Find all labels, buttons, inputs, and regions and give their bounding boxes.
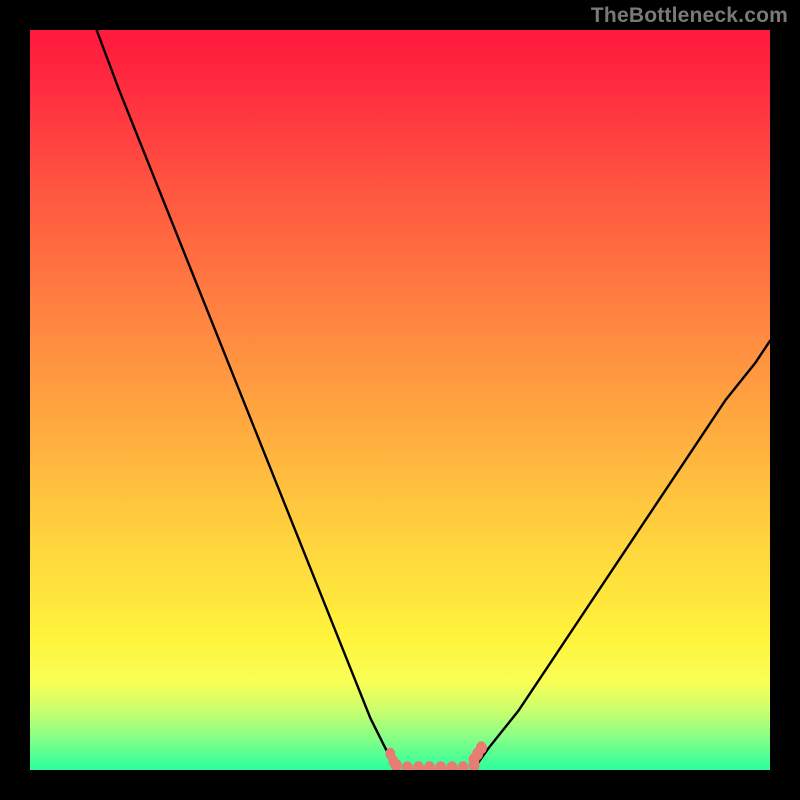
watermark-text: TheBottleneck.com [591, 4, 788, 28]
marker-dot [446, 761, 457, 770]
marker-dot [388, 755, 398, 767]
right-curve-line [474, 341, 770, 769]
marker-dot [413, 761, 424, 770]
left-curve-line [97, 30, 397, 769]
bottom-markers-group [391, 741, 487, 770]
left-markers-group [385, 748, 398, 767]
chart-frame: TheBottleneck.com [0, 0, 800, 800]
chart-plot-area [30, 30, 770, 770]
marker-dot [435, 761, 446, 770]
chart-svg [30, 30, 770, 770]
marker-dot [476, 741, 487, 754]
marker-dot [402, 761, 413, 770]
marker-dot [457, 761, 468, 770]
marker-dot [424, 761, 435, 770]
